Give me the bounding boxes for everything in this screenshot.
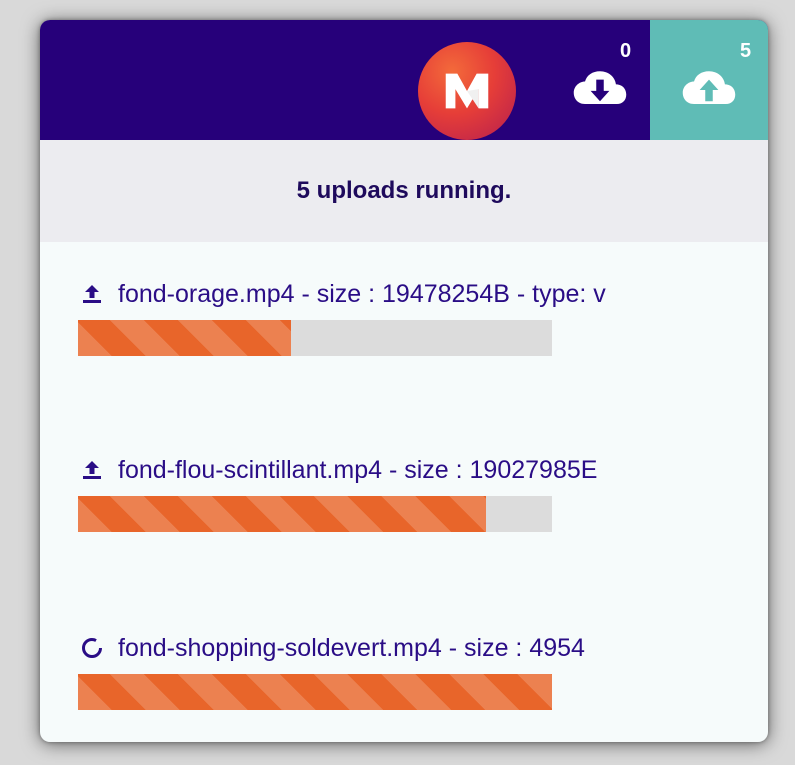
upload-progress-bar [78, 674, 552, 710]
upload-progress-fill [78, 674, 552, 710]
cloud-download-icon [573, 71, 627, 104]
upload-file-label: fond-flou-scintillant.mp4 - size : 19027… [118, 455, 598, 484]
upload-icon [78, 280, 106, 308]
upload-count-badge: 5 [740, 40, 752, 62]
upload-item: fond-shopping-soldevert.mp4 - size : 495… [78, 628, 738, 710]
header-bar: 0 5 [40, 20, 768, 140]
uploads-status-message: 5 uploads running. [40, 140, 768, 242]
loading-spinner-icon [78, 634, 106, 662]
upload-file-label: fond-orage.mp4 - size : 19478254B - type… [118, 279, 606, 308]
upload-icon [78, 456, 106, 484]
download-count-badge: 0 [620, 40, 632, 62]
uploads-button[interactable]: 5 [650, 20, 768, 140]
app-logo[interactable] [418, 42, 516, 140]
upload-progress-bar [78, 320, 552, 356]
upload-item-line: fond-shopping-soldevert.mp4 - size : 495… [78, 628, 738, 668]
upload-panel: 0 5 5 uploads running. fond-orage.mp4 - … [40, 20, 768, 742]
upload-item: fond-orage.mp4 - size : 19478254B - type… [78, 274, 738, 356]
logo-m-icon [445, 73, 489, 109]
upload-item-line: fond-flou-scintillant.mp4 - size : 19027… [78, 450, 738, 490]
upload-file-label: fond-shopping-soldevert.mp4 - size : 495… [118, 633, 585, 662]
cloud-upload-icon [682, 71, 736, 104]
upload-item: fond-flou-scintillant.mp4 - size : 19027… [78, 450, 738, 532]
upload-item-line: fond-orage.mp4 - size : 19478254B - type… [78, 274, 738, 314]
upload-progress-fill [78, 496, 486, 532]
upload-progress-fill [78, 320, 292, 356]
downloads-button[interactable]: 0 [550, 20, 650, 140]
upload-progress-bar [78, 496, 552, 532]
